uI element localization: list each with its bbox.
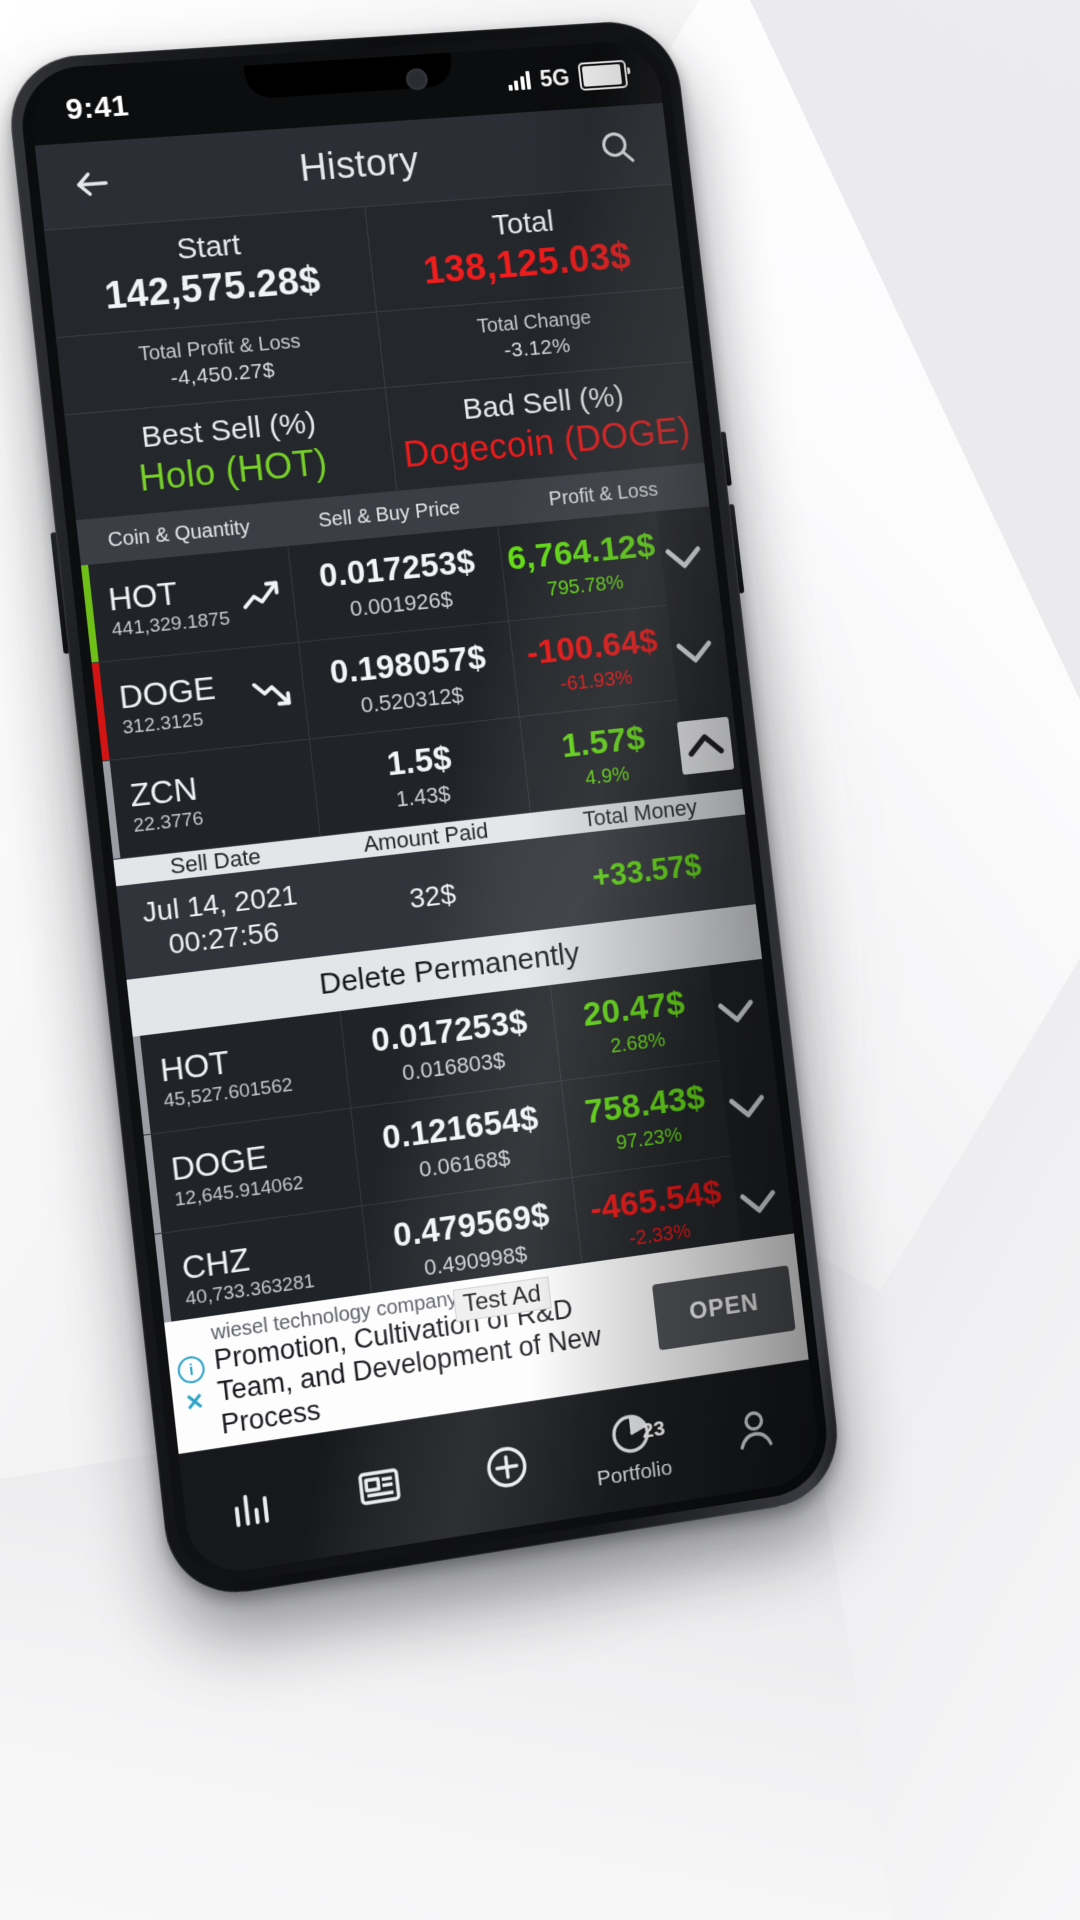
row-sell-price: 0.198057$ (328, 638, 488, 691)
nav-portfolio[interactable]: 23 Portfolio (565, 1401, 698, 1496)
nav-chart[interactable] (183, 1472, 319, 1541)
row-coin-quantity: 22.3776 (132, 808, 205, 838)
row-buy-price: 0.520312$ (359, 682, 465, 718)
row-pl-percent: 4.9% (584, 763, 631, 790)
portfolio-badge: 23 (640, 1416, 667, 1444)
row-sell-price: 0.017253$ (317, 542, 477, 595)
signal-bars-icon (507, 70, 532, 91)
transaction-list[interactable]: HOT 441,329.1875 0.017253$ 0.001926$ 6,764.1… (80, 506, 795, 1323)
row-sell-price: 0.017253$ (369, 1002, 530, 1059)
nav-profile[interactable] (691, 1396, 819, 1462)
summary-panel: Start 142,575.28$ Total 138,125.03$ Tota… (44, 183, 705, 522)
row-coin-cell: HOT 441,329.1875 (88, 545, 300, 662)
row-buy-price: 0.001926$ (348, 586, 454, 622)
detail-amount-paid: 32$ (407, 877, 458, 915)
row-pl-percent: -2.33% (628, 1220, 692, 1251)
nav-add[interactable] (441, 1433, 572, 1501)
search-icon[interactable] (592, 123, 641, 170)
row-pl-amount: -465.54$ (588, 1172, 724, 1229)
status-indicators: 5G (506, 59, 629, 95)
chevron-down-icon[interactable] (718, 1076, 776, 1136)
row-pl-percent: 795.78% (546, 571, 625, 601)
chevron-down-icon[interactable] (707, 981, 765, 1040)
info-icon[interactable]: i (176, 1354, 207, 1386)
row-pl-cell: 1.57$ 4.9% (520, 700, 689, 812)
chevron-down-icon[interactable] (655, 528, 712, 585)
detail-sell-date: Jul 14, 2021 00:27:56 (140, 878, 299, 961)
trend-up-icon (236, 570, 288, 625)
row-buy-price: 1.43$ (394, 780, 452, 812)
nav-portfolio-label: Portfolio (595, 1456, 674, 1491)
chevron-down-icon[interactable] (666, 622, 723, 680)
row-pl-amount: 6,764.12$ (505, 526, 658, 578)
close-icon[interactable]: ✕ (184, 1388, 206, 1416)
nav-news[interactable] (313, 1453, 446, 1521)
chevron-down-icon[interactable] (730, 1171, 788, 1231)
row-sell-price: 1.5$ (384, 738, 454, 783)
trend-down-icon (247, 667, 299, 723)
network-type: 5G (538, 64, 571, 92)
status-time: 9:41 (63, 89, 131, 127)
detail-total-money: +33.57$ (590, 847, 703, 895)
row-pl-cell: 6,764.12$ 795.78% (498, 511, 667, 620)
row-coin-symbol: ZCN (128, 769, 200, 814)
ad-open-button[interactable]: OPEN (651, 1265, 796, 1351)
row-pl-amount: 20.47$ (580, 983, 687, 1034)
battery-icon (577, 59, 629, 91)
row-pl-amount: -100.64$ (524, 621, 660, 673)
row-pl-percent: -61.93% (559, 666, 634, 696)
arrow-left-icon[interactable] (68, 160, 118, 207)
row-pl-amount: 1.57$ (559, 718, 647, 766)
chevron-up-icon[interactable] (676, 716, 735, 775)
row-sell-price: 0.479569$ (391, 1195, 552, 1255)
row-sell-price: 0.121654$ (380, 1098, 541, 1157)
row-pl-percent: 2.68% (609, 1028, 667, 1058)
row-coin-symbol: DOGE (117, 669, 217, 716)
row-pl-percent: 97.23% (614, 1123, 683, 1155)
row-pl-cell: -100.64$ -61.93% (509, 606, 678, 716)
row-pl-amount: 758.43$ (582, 1077, 707, 1132)
scene-background: 9:41 5G History Start 142,575.28$ Total … (0, 0, 1080, 1920)
